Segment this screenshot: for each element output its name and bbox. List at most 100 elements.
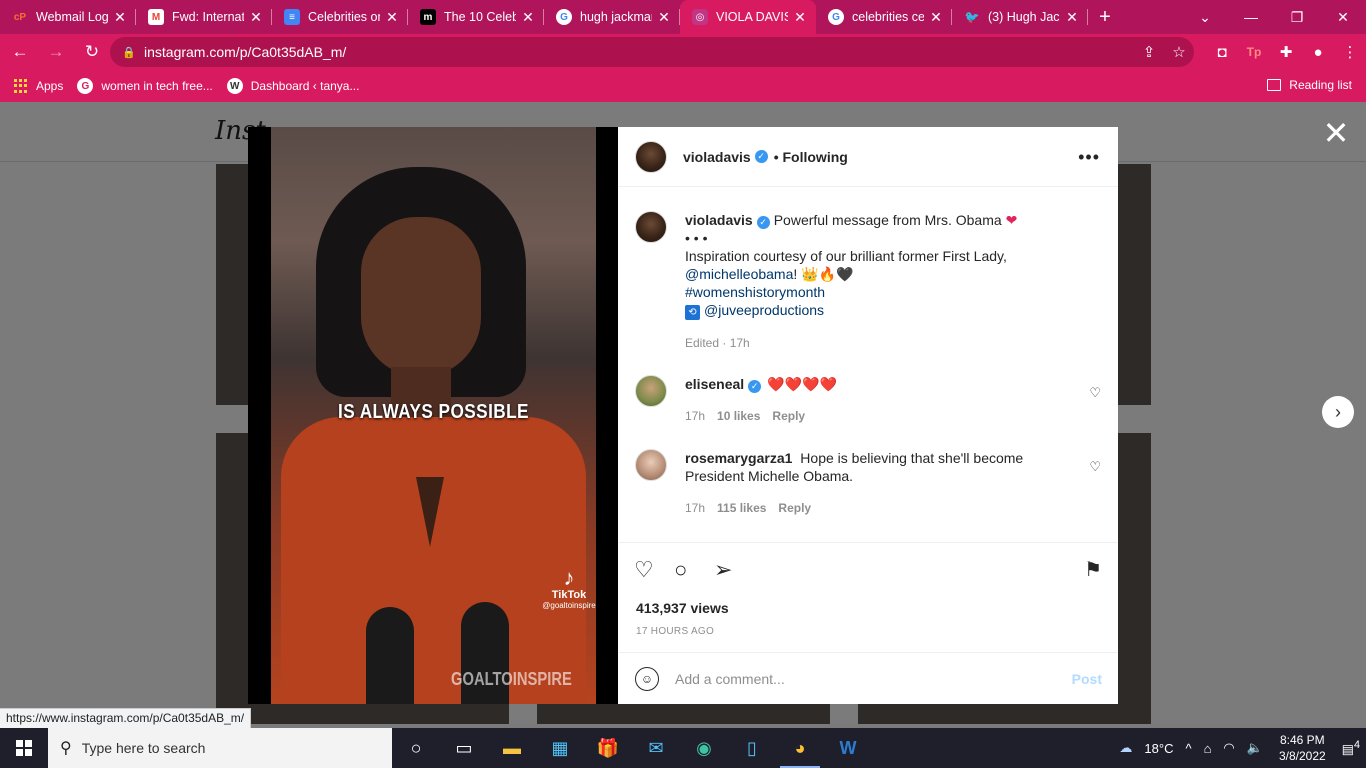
cortana-icon[interactable]: ○ [392, 728, 440, 768]
share-icon[interactable]: ⇪ [1134, 43, 1164, 61]
forward-button[interactable]: → [40, 36, 72, 68]
tab-google-hugh[interactable]: Ghugh jackman ✕ [544, 0, 680, 34]
tab-search-icon[interactable]: ⌄ [1182, 0, 1228, 34]
close-tab-icon[interactable]: ✕ [112, 9, 128, 26]
close-tab-icon[interactable]: ✕ [384, 9, 400, 26]
verified-badge-icon: ✓ [748, 380, 762, 393]
tab-google-celebrities[interactable]: Gcelebrities cel ✕ [816, 0, 952, 34]
hashtag-link[interactable]: #womenshistorymonth [685, 284, 825, 300]
edge-icon[interactable]: ◉ [680, 728, 728, 768]
file-explorer-icon[interactable]: ▬ [488, 728, 536, 768]
like-comment-heart-icon[interactable]: ♡ [1089, 385, 1101, 401]
comment-bubble-icon[interactable]: ○ [674, 557, 714, 583]
avatar[interactable] [635, 140, 667, 173]
post-header: violadavis ✓ • Following ••• [618, 127, 1118, 187]
comment-username[interactable]: rosemarygarza1 [685, 450, 792, 466]
tab-webmail[interactable]: cP Webmail Logi ✕ [0, 0, 136, 34]
like-heart-icon[interactable]: ♡ [634, 557, 674, 583]
tab-twitter[interactable]: 🐦 (3) Hugh Jack ✕ [952, 0, 1088, 34]
close-tab-icon[interactable]: ✕ [656, 9, 672, 26]
reload-button[interactable]: ↻ [76, 36, 108, 68]
tab-gmail[interactable]: M Fwd: Internat ✕ [136, 0, 272, 34]
taskbar-search-box[interactable]: ⚲ Type here to search [48, 728, 392, 768]
post-caption: violadavis ✓ Powerful message from Mrs. Ob… [635, 211, 1101, 352]
comment-input[interactable] [675, 670, 1045, 687]
back-button[interactable]: ← [4, 36, 36, 68]
task-view-icon[interactable]: ▭ [440, 728, 488, 768]
video-player[interactable]: IS ALWAYS POSSIBLE ♪ TikTok @goaltoinspi… [248, 127, 618, 704]
reading-list-button[interactable]: Reading list [1267, 78, 1352, 92]
mail-icon[interactable]: ✉ [632, 728, 680, 768]
close-tab-icon[interactable]: ✕ [1064, 9, 1080, 26]
more-options-icon[interactable]: ••• [1078, 147, 1100, 168]
save-bookmark-icon[interactable]: ⚑ [1084, 557, 1102, 582]
comment-likes[interactable]: 115 likes [717, 501, 766, 515]
repost-icon: ⟲ [685, 305, 700, 320]
comment-item: eliseneal ✓ ❤️❤️❤️❤️ 17h 10 likes Reply ♡ [635, 375, 1101, 425]
caption-author-username[interactable]: violadavis [685, 212, 753, 228]
post-author-username[interactable]: violadavis [683, 149, 751, 165]
network-icon[interactable]: ⌂ [1204, 741, 1212, 756]
avatar[interactable] [635, 449, 667, 481]
restore-button[interactable]: ❐ [1274, 0, 1320, 34]
video-frame[interactable]: IS ALWAYS POSSIBLE ♪ TikTok @goaltoinspi… [271, 127, 596, 704]
address-bar[interactable]: 🔒 instagram.com/p/Ca0t35dAB_m/ ⇪ ☆ [110, 37, 1194, 67]
profile-avatar[interactable]: ● [1302, 44, 1334, 61]
weather-temp[interactable]: 18°C [1144, 741, 1173, 756]
comment-reply-button[interactable]: Reply [772, 409, 805, 423]
close-tab-icon[interactable]: ✕ [928, 9, 944, 26]
comment-username[interactable]: eliseneal [685, 376, 744, 392]
bookmark-dashboard[interactable]: W Dashboard ‹ tanya... [226, 78, 359, 94]
bookmark-apps[interactable]: Apps [14, 79, 63, 93]
comment-likes[interactable]: 10 likes [717, 409, 760, 423]
close-modal-button[interactable]: ✕ [1318, 115, 1354, 151]
close-tab-icon[interactable]: ✕ [248, 9, 264, 26]
mention-link[interactable]: @michelleobama [685, 266, 793, 282]
new-tab-button[interactable]: + [1088, 0, 1122, 34]
puzzle-extensions-icon[interactable]: ✚ [1270, 43, 1302, 61]
close-tab-icon[interactable]: ✕ [520, 9, 536, 26]
emoji-smiley-icon[interactable]: ☺ [635, 666, 659, 691]
volume-icon[interactable]: 🔈 [1247, 740, 1263, 756]
phone-icon[interactable]: ▯ [728, 728, 776, 768]
tiktok-icon: ♪ [563, 565, 575, 590]
following-button[interactable]: • Following [774, 149, 848, 165]
tab-medium[interactable]: m The 10 Celebr ✕ [408, 0, 544, 34]
tab-instagram[interactable]: ◎ VIOLA DAVIS ✕ [680, 0, 816, 34]
cpanel-icon: cP [13, 11, 27, 23]
credit-link[interactable]: @juveeproductions [704, 302, 824, 318]
lock-icon[interactable]: 🔒 [122, 46, 136, 59]
chrome-menu-icon[interactable]: ⋮ [1334, 43, 1366, 61]
bookmark-women-in-tech[interactable]: G women in tech free... [77, 78, 213, 94]
avatar[interactable] [635, 375, 667, 407]
word-icon[interactable]: W [824, 728, 872, 768]
comment-reply-button[interactable]: Reply [778, 501, 811, 515]
close-tab-icon[interactable]: ✕ [792, 9, 808, 26]
tp-extension-icon[interactable]: Tp [1238, 45, 1270, 59]
like-comment-heart-icon[interactable]: ♡ [1089, 459, 1101, 475]
address-url[interactable]: instagram.com/p/Ca0t35dAB_m/ [144, 44, 1134, 60]
notifications-icon[interactable]: ▤4 [1342, 739, 1360, 757]
close-window-button[interactable]: ✕ [1320, 0, 1366, 34]
comments-scroll-area[interactable]: violadavis ✓ Powerful message from Mrs. Ob… [618, 188, 1118, 542]
tab-docs[interactable]: ≡ Celebrities on ✕ [272, 0, 408, 34]
pocket-extension-icon[interactable]: ◘ [1206, 44, 1238, 61]
share-paper-plane-icon[interactable]: ➢ [714, 557, 754, 583]
taskbar-clock[interactable]: 8:46 PM 3/8/2022 [1279, 732, 1326, 764]
apps-grid-icon [14, 79, 28, 93]
weather-cloud-icon[interactable]: ☁ [1119, 740, 1132, 756]
post-comment-button[interactable]: Post [1072, 671, 1102, 687]
extensions-area: ◘ Tp ✚ ● ⋮ [1206, 34, 1366, 70]
minimize-button[interactable]: — [1228, 0, 1274, 34]
next-post-button[interactable]: › [1322, 396, 1354, 428]
add-comment-bar: ☺ Post [618, 652, 1118, 704]
view-count[interactable]: 413,937 views [636, 600, 729, 616]
wifi-icon[interactable]: ◠ [1223, 740, 1234, 756]
microsoft-store-icon[interactable]: ▦ [536, 728, 584, 768]
bookmark-star-icon[interactable]: ☆ [1164, 43, 1194, 61]
chrome-icon[interactable]: ◕ [776, 728, 824, 768]
avatar[interactable] [635, 211, 667, 243]
show-hidden-icons-chevron[interactable]: ^ [1185, 741, 1191, 756]
gift-icon[interactable]: 🎁 [584, 728, 632, 768]
start-button[interactable] [0, 728, 48, 768]
